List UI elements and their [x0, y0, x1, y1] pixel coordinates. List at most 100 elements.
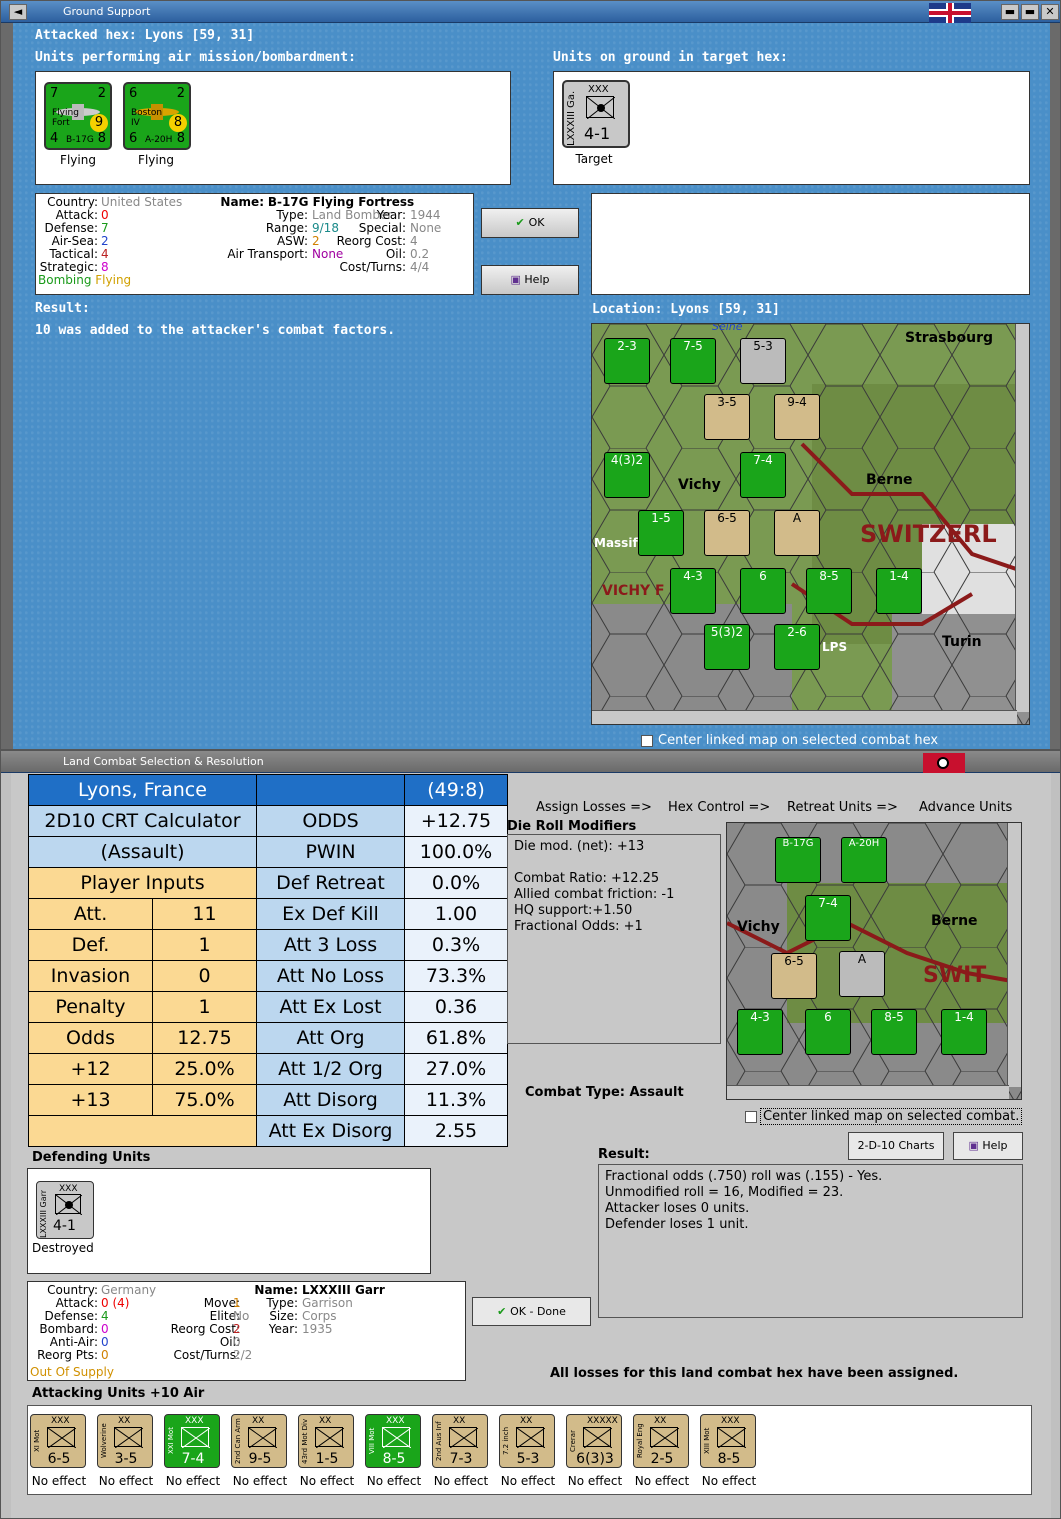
info-name-value: B-17G Flying Fortress	[267, 195, 415, 209]
die-roll-line: Combat Ratio: +12.25	[514, 871, 660, 886]
crt-key-att-disorg: Att Disorg	[256, 1084, 405, 1116]
unit-value: 3-5	[114, 1451, 138, 1467]
crt-val-invasion[interactable]: 0	[152, 960, 257, 992]
crt-val-plus13: 75.0%	[152, 1084, 257, 1116]
location-label: Location: Lyons [59, 31]	[592, 302, 780, 317]
crt-key-odds-in: Odds	[28, 1022, 153, 1054]
map-unit[interactable]: 6	[740, 568, 786, 614]
air-unit-b17g[interactable]: 7 2 Flying Fort 9 4 B-17G 8	[44, 82, 112, 150]
crt-val-att-no-loss: 73.3%	[404, 960, 508, 992]
map-unit[interactable]: 4-3	[670, 568, 716, 614]
unit-type-icon	[181, 1427, 211, 1449]
attacking-unit[interactable]: XXX XI Mot 6-5	[30, 1414, 86, 1468]
minimap-unit[interactable]: 4-3	[737, 1009, 783, 1055]
unit-size: XXX	[721, 1416, 740, 1426]
map-unit[interactable]: 1-5	[638, 510, 684, 556]
help-button[interactable]: ▣ Help	[953, 1132, 1023, 1160]
map-unit[interactable]: 6-5	[704, 510, 750, 556]
center-combat-checkbox[interactable]	[745, 1111, 757, 1123]
map-unit[interactable]: 2-3	[604, 338, 650, 384]
minimap-unit[interactable]: 8-5	[871, 1009, 917, 1055]
charts-button[interactable]: 2-D-10 Charts	[848, 1132, 944, 1160]
attacked-hex-label: Attacked hex: Lyons [59, 31]	[35, 28, 255, 43]
crt-key-att3: Att 3 Loss	[256, 929, 405, 961]
defending-units-label: Defending Units	[32, 1150, 151, 1165]
ok-button[interactable]: ✔ OK	[481, 208, 579, 238]
tab-assign-losses[interactable]: Assign Losses =>	[536, 800, 652, 815]
map-unit[interactable]: 3-5	[704, 394, 750, 440]
crt-key-att-ex-disorg: Att Ex Disorg	[256, 1115, 405, 1147]
info-right-keys: Year: Special: Reorg Cost: Oil: Cost/Tur…	[326, 209, 406, 274]
map-unit[interactable]: 7-5	[670, 338, 716, 384]
result-line: Defender loses 1 unit.	[605, 1217, 749, 1232]
ok-done-button[interactable]: ✔ OK - Done	[472, 1297, 591, 1326]
map-unit[interactable]: 7-4	[740, 452, 786, 498]
crt-val-att[interactable]: 11	[152, 898, 257, 930]
map-unit[interactable]: 5-3	[740, 338, 786, 384]
attacking-unit[interactable]: XXXXX Crerar 6(3)3	[566, 1414, 622, 1468]
system-menu-button[interactable]: ◄	[9, 4, 27, 20]
map-unit-combat[interactable]: A	[774, 510, 820, 556]
map-unit[interactable]: 9-4	[774, 394, 820, 440]
minimap-unit-target[interactable]: A	[839, 951, 885, 997]
maximize-button[interactable]: ▬	[1021, 4, 1039, 20]
map-unit[interactable]: 5(3)2	[704, 624, 750, 670]
check-icon: ✔	[497, 1305, 511, 1318]
attacking-unit[interactable]: XX 2nd Can Arm 9-5	[231, 1414, 287, 1468]
map-unit[interactable]: 8-5	[806, 568, 852, 614]
minimap-unit[interactable]: 6	[805, 1009, 851, 1055]
tab-hex-control[interactable]: Hex Control =>	[668, 800, 770, 815]
ground-unit-garrison[interactable]: LXXXIII Ga. XXX 4-1	[562, 80, 630, 148]
map-horizontal-scrollbar[interactable]	[592, 710, 1017, 724]
minimize-button[interactable]: ▬	[1001, 4, 1019, 20]
attacking-unit[interactable]: XX 2nd Aus Inf 7-3	[432, 1414, 488, 1468]
map-unit[interactable]: 1-4	[876, 568, 922, 614]
attacking-unit[interactable]: XXX XXI Mot 7-4	[164, 1414, 220, 1468]
minimap-unit[interactable]: 7-4	[805, 895, 851, 941]
minimap-horizontal-scrollbar[interactable]	[727, 1085, 1009, 1099]
minimap-unit[interactable]: 1-4	[941, 1009, 987, 1055]
attacking-unit[interactable]: XX 43rd Mot Div 1-5	[298, 1414, 354, 1468]
minimap-label-berne: Berne	[931, 913, 978, 929]
attacking-unit[interactable]: XXX XIII Mot 8-5	[700, 1414, 756, 1468]
air-unit-name2: Fort	[52, 118, 70, 128]
ground-support-titlebar[interactable]: Ground Support	[1, 1, 1060, 23]
info-cost: 2/2	[233, 1348, 253, 1362]
air-unit-model: A-20H	[145, 135, 173, 145]
minimap-unit[interactable]: B-17G	[775, 837, 821, 883]
close-button[interactable]: ✕	[1041, 4, 1059, 20]
ok-done-label: OK - Done	[510, 1305, 566, 1318]
attacking-unit[interactable]: XX 7.2 inch 5-3	[499, 1414, 555, 1468]
map-unit[interactable]: 2-6	[774, 624, 820, 670]
center-map-checkbox[interactable]	[641, 735, 653, 747]
attacking-unit[interactable]: XX Royal Eng 2-5	[633, 1414, 689, 1468]
minimap-unit[interactable]: A-20H	[841, 837, 887, 883]
air-unit-a20h[interactable]: 6 2 Boston IV 8 6 A-20H 8	[123, 82, 191, 150]
unit-size: XX	[520, 1416, 533, 1426]
all-losses-message: All losses for this land combat hex have…	[550, 1366, 959, 1381]
minimap-vertical-scrollbar[interactable]	[1007, 823, 1021, 1087]
map-vertical-scrollbar[interactable]	[1015, 324, 1029, 712]
map-label-strasbourg: Strasbourg	[905, 330, 993, 346]
units-ground-label: Units on ground in target hex:	[553, 50, 788, 65]
location-map[interactable]: Strasbourg Vichy Berne SWITZERL VICHY F …	[591, 323, 1030, 725]
defending-unit-garrison[interactable]: LXXXIII Garr XXX 4-1	[36, 1181, 94, 1239]
help-button[interactable]: ▣ Help	[481, 265, 579, 295]
attacking-unit[interactable]: XXX VIII Mot 8-5	[365, 1414, 421, 1468]
unit-value: 7-4	[181, 1451, 205, 1467]
map-unit[interactable]: 4(3)2	[604, 452, 650, 498]
crt-val-def[interactable]: 1	[152, 929, 257, 961]
unit-value: 1-5	[315, 1451, 339, 1467]
minimap-unit[interactable]: 6-5	[771, 953, 817, 999]
crt-key-att-org: Att Org	[256, 1022, 405, 1054]
map-label-turin: Turin	[942, 634, 982, 650]
attacking-unit[interactable]: XX Wolverine 3-5	[97, 1414, 153, 1468]
combat-minimap[interactable]: B-17G A-20H 7-4 6-5 A 4-3 6 8-5 1-4 SWIT…	[726, 822, 1022, 1100]
tab-retreat-units[interactable]: Retreat Units =>	[787, 800, 898, 815]
unit-info-panel: Country: Attack: Defense: Air-Sea: Tacti…	[35, 193, 474, 295]
unit-value: 4-1	[584, 124, 611, 143]
land-combat-titlebar[interactable]: Land Combat Selection & Resolution	[1, 751, 1060, 773]
tab-advance-units[interactable]: Advance Units	[919, 800, 1012, 815]
attacking-unit-status: No effect	[701, 1474, 757, 1488]
crt-val-penalty[interactable]: 1	[152, 991, 257, 1023]
